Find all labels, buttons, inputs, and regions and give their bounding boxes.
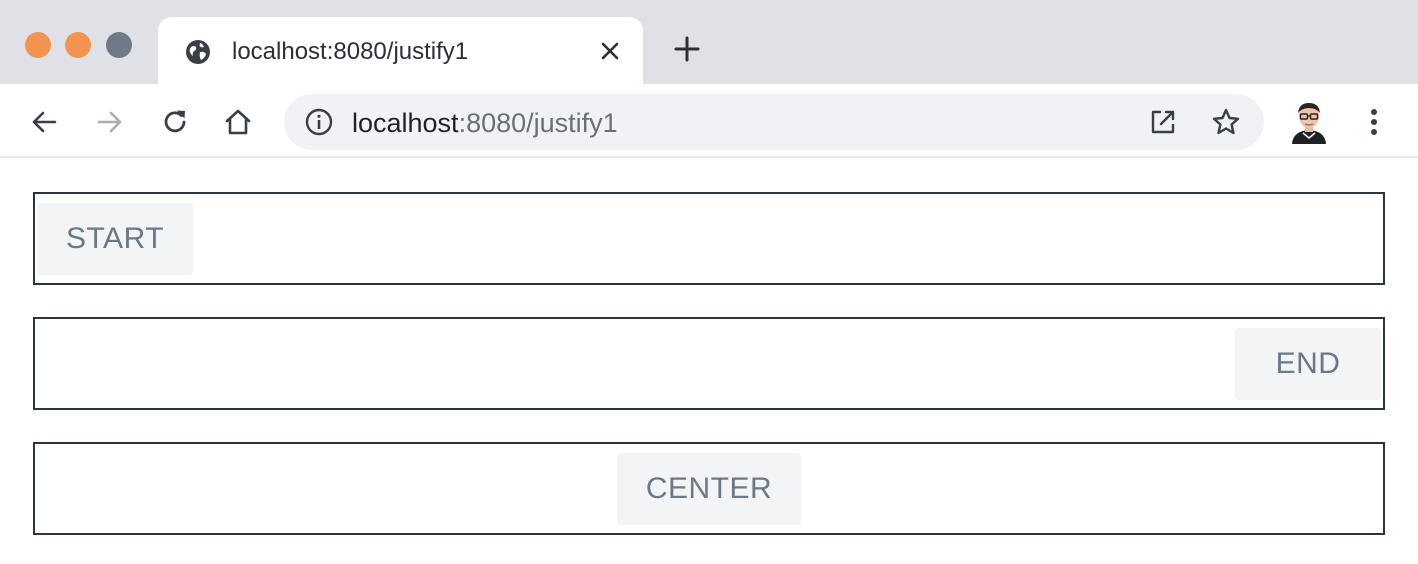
star-icon[interactable] bbox=[1210, 106, 1242, 138]
open-external-icon[interactable] bbox=[1148, 107, 1178, 137]
tab-strip: localhost:8080/justify1 bbox=[0, 0, 1418, 84]
browser-toolbar: localhost:8080/justify1 bbox=[0, 84, 1418, 158]
tab-title: localhost:8080/justify1 bbox=[232, 38, 469, 65]
url-path: :8080/justify1 bbox=[458, 108, 618, 138]
info-icon[interactable] bbox=[304, 107, 334, 137]
window-maximize-button[interactable] bbox=[106, 32, 132, 58]
profile-avatar[interactable] bbox=[1289, 100, 1329, 144]
justify-end-container: END bbox=[33, 317, 1385, 410]
url-host: localhost bbox=[352, 108, 459, 138]
home-icon[interactable] bbox=[222, 106, 254, 138]
globe-icon bbox=[184, 38, 212, 66]
justify-center-container: CENTER bbox=[33, 442, 1385, 535]
center-button[interactable]: CENTER bbox=[617, 452, 801, 525]
reload-icon[interactable] bbox=[159, 106, 191, 138]
arrow-right-icon[interactable] bbox=[94, 106, 126, 138]
end-button[interactable]: END bbox=[1235, 327, 1381, 400]
address-bar[interactable]: localhost:8080/justify1 bbox=[284, 94, 1264, 150]
url-text[interactable]: localhost:8080/justify1 bbox=[352, 106, 618, 140]
kebab-menu-icon[interactable] bbox=[1360, 104, 1388, 140]
start-button[interactable]: START bbox=[37, 202, 193, 275]
window-close-button[interactable] bbox=[25, 32, 51, 58]
close-icon[interactable] bbox=[598, 39, 622, 63]
browser-tab[interactable]: localhost:8080/justify1 bbox=[158, 17, 643, 84]
new-tab-plus-icon[interactable] bbox=[672, 34, 702, 64]
arrow-left-icon[interactable] bbox=[28, 106, 60, 138]
justify-start-container: START bbox=[33, 192, 1385, 285]
window-minimize-button[interactable] bbox=[65, 32, 91, 58]
